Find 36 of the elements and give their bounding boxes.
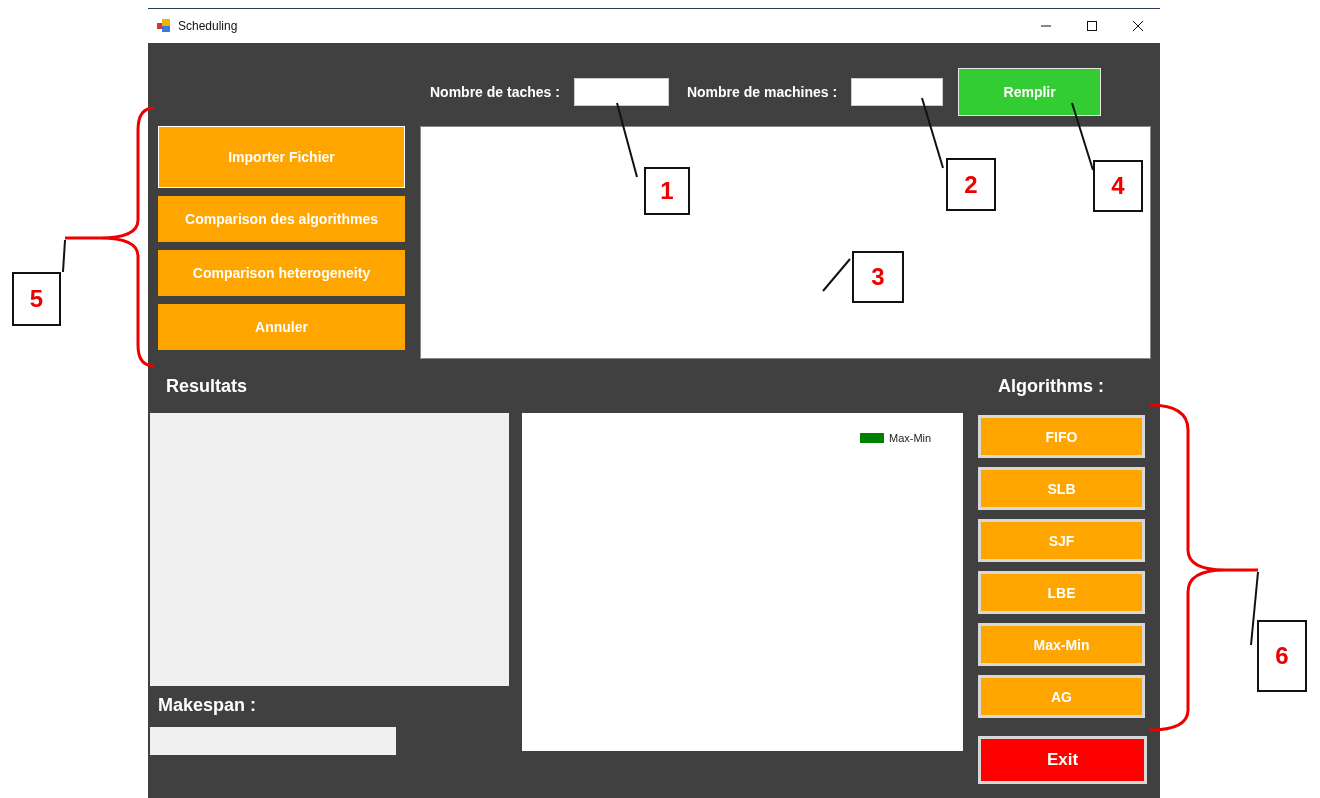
- text-area[interactable]: [420, 126, 1151, 359]
- side-button[interactable]: Comparison des algorithmes: [158, 196, 405, 242]
- algorithm-button[interactable]: FIFO: [978, 415, 1145, 458]
- leader-line: [62, 239, 66, 273]
- callout-number: 6: [1257, 620, 1307, 692]
- makespan-field[interactable]: [150, 727, 396, 755]
- callout-number: 1: [644, 167, 690, 215]
- algorithm-button[interactable]: AG: [978, 675, 1145, 718]
- app-icon: [156, 18, 172, 34]
- legend-label: Max-Min: [889, 432, 932, 444]
- callout-number: 4: [1093, 160, 1143, 212]
- makespan-label: Makespan :: [158, 695, 258, 717]
- leader-line: [822, 258, 851, 292]
- side-button[interactable]: Annuler: [158, 304, 405, 350]
- window-title: Scheduling: [178, 19, 238, 33]
- callout-number: 2: [946, 158, 996, 211]
- algorithm-button[interactable]: SJF: [978, 519, 1145, 562]
- results-heading: Resultats: [166, 376, 249, 398]
- algorithm-button[interactable]: Max-Min: [978, 623, 1145, 666]
- algorithm-button[interactable]: SLB: [978, 467, 1145, 510]
- input-field[interactable]: [573, 78, 669, 106]
- fill-button[interactable]: Remplir: [958, 68, 1102, 116]
- leader-line: [1071, 102, 1094, 171]
- callout-number: 5: [12, 272, 61, 326]
- algorithm-button[interactable]: LBE: [978, 571, 1145, 614]
- leader-line: [921, 97, 944, 169]
- field-label: Nombre de machines :: [686, 84, 838, 100]
- exit-button[interactable]: Exit: [978, 736, 1147, 784]
- input-field[interactable]: [851, 78, 944, 106]
- callout-number: 3: [852, 251, 904, 303]
- field-label: Nombre de taches :: [430, 84, 560, 100]
- maximize-icon[interactable]: [1086, 20, 1098, 32]
- algorithms-heading: Algorithms :: [998, 376, 1105, 398]
- close-icon[interactable]: [1132, 20, 1144, 32]
- side-button[interactable]: Importer Fichier: [158, 126, 405, 188]
- side-button[interactable]: Comparison heterogeneity: [158, 250, 405, 296]
